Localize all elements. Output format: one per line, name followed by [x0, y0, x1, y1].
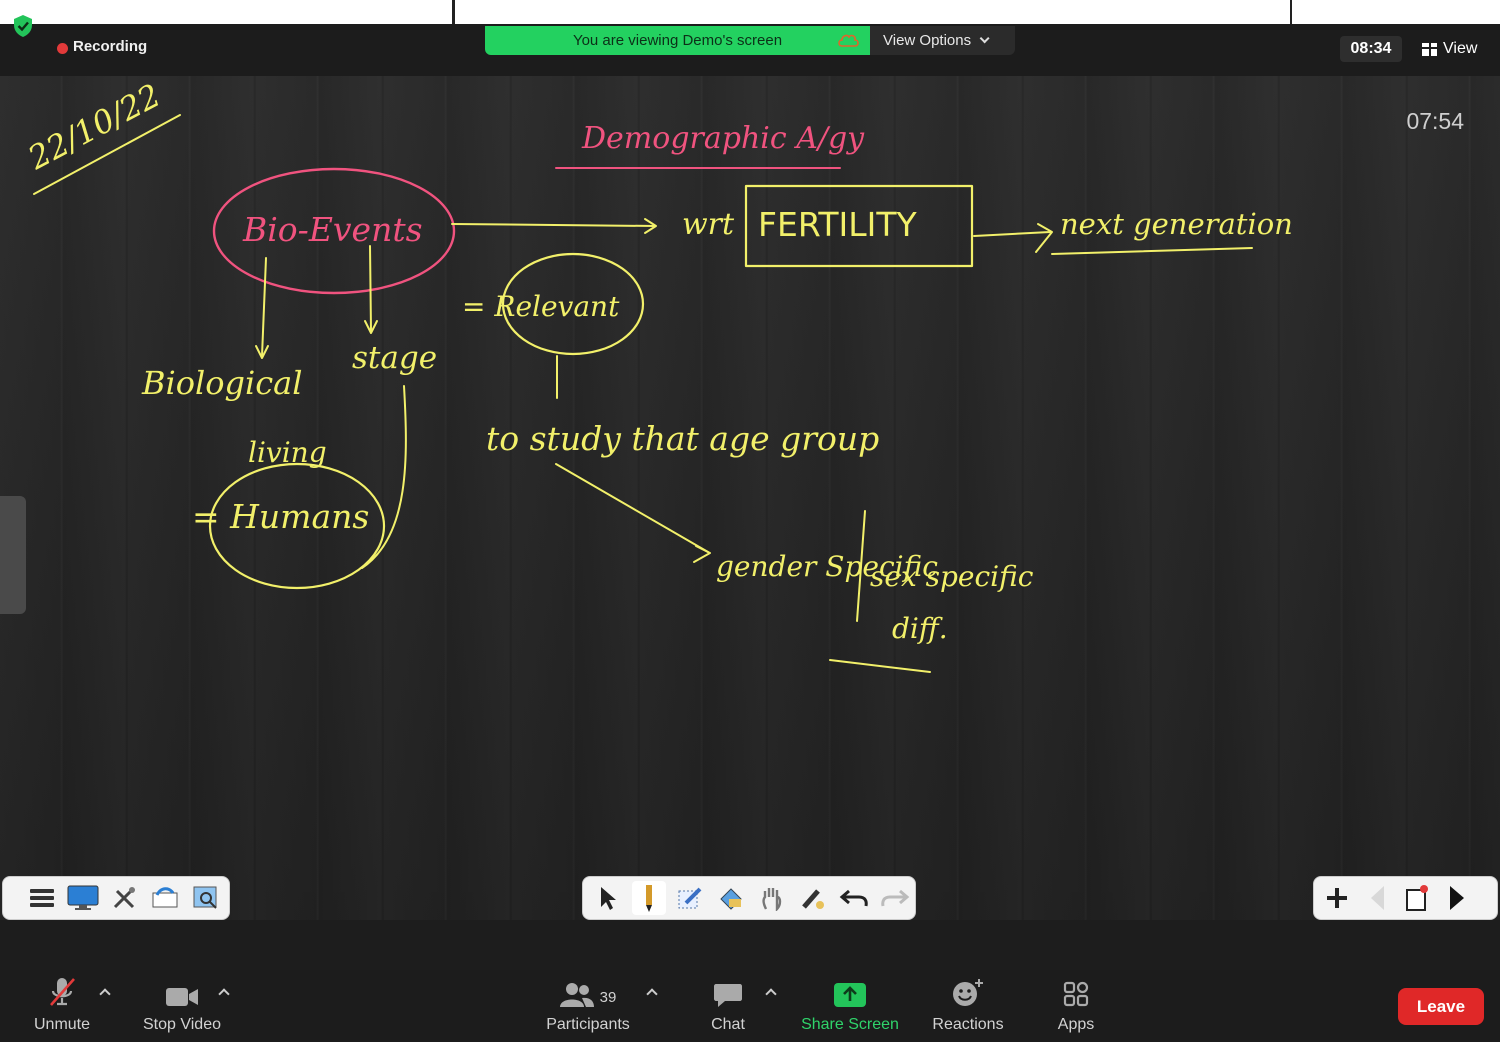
apps-icon	[1063, 981, 1089, 1007]
meeting-controls-bar: Unmute Stop Video 39 Participants Chat S…	[0, 970, 1500, 1042]
ink-wrt: wrt	[682, 207, 735, 242]
chat-options-caret-icon[interactable]	[765, 988, 777, 1000]
pointer-icon[interactable]	[591, 881, 625, 915]
whiteboard-page-toolbar	[1313, 876, 1498, 920]
cloud-icon	[838, 34, 859, 47]
view-label: View	[1443, 40, 1478, 57]
whiteboard-left-toolbar	[2, 876, 230, 920]
reactions-label: Reactions	[932, 1016, 1004, 1033]
reactions-smiley-icon	[953, 979, 983, 1006]
ink-stage: stage	[352, 340, 437, 376]
share-screen-button[interactable]: Share Screen	[796, 970, 904, 1042]
recording-dot-icon	[57, 43, 68, 54]
view-options-menu[interactable]: View Options	[870, 26, 1015, 55]
participants-options-caret-icon[interactable]	[646, 988, 658, 1000]
ink-relevant: = Relevant	[462, 290, 620, 323]
meeting-clock: 08:34	[1340, 36, 1402, 62]
participants-count: 39	[599, 989, 617, 1006]
redo-icon[interactable]	[878, 881, 912, 915]
image-search-icon[interactable]	[189, 881, 223, 915]
screen-icon[interactable]	[66, 881, 100, 915]
ink-study-group: to study that age group	[486, 419, 879, 458]
undo-icon[interactable]	[837, 881, 871, 915]
tools-icon[interactable]	[107, 881, 141, 915]
view-options-label: View Options	[883, 32, 972, 49]
participants-label: Participants	[546, 1016, 630, 1033]
chevron-down-icon	[979, 33, 990, 44]
strip-divider	[452, 0, 455, 24]
whiteboard-drawing-toolbar	[582, 876, 916, 920]
leave-button[interactable]: Leave	[1398, 988, 1484, 1025]
ink-humans: = Humans	[192, 497, 369, 536]
reactions-button[interactable]: Reactions	[926, 970, 1010, 1042]
stop-video-label: Stop Video	[143, 1016, 221, 1033]
ink-biological: Biological	[141, 364, 302, 402]
view-button[interactable]: View	[1414, 36, 1490, 62]
share-bottom-band	[0, 920, 1500, 970]
eraser-icon[interactable]	[714, 881, 748, 915]
participants-button[interactable]: 39 Participants	[540, 970, 636, 1042]
ink-bio-events: Bio-Events	[242, 210, 423, 249]
recording-label[interactable]: Recording	[73, 38, 147, 55]
ink-diff: diff.	[892, 612, 948, 645]
whiteboard-ink: 22/10/22 Demographic A/gy Bio-Events wrt…	[21, 76, 1293, 673]
strip-segment	[1290, 0, 1500, 24]
apps-label: Apps	[1057, 1016, 1095, 1033]
top-strip	[0, 0, 1500, 24]
edit-icon[interactable]	[673, 881, 707, 915]
shared-screen: 22/10/22 Demographic A/gy Bio-Events wrt…	[0, 76, 1500, 920]
hand-icon[interactable]	[755, 881, 789, 915]
slide-timer: 07:54	[1406, 108, 1464, 134]
highlighter-icon[interactable]	[796, 881, 830, 915]
chat-label: Chat	[711, 1016, 745, 1033]
unmute-label: Unmute	[33, 1016, 91, 1033]
share-board-icon[interactable]	[148, 881, 182, 915]
chat-bubble-icon	[714, 984, 742, 1007]
security-shield-icon[interactable]	[12, 14, 34, 38]
ink-next-generation: next generation	[1060, 207, 1293, 241]
muted-microphone-icon	[50, 978, 75, 1006]
page-counter-icon[interactable]	[1400, 881, 1434, 915]
next-page-icon[interactable]	[1440, 881, 1474, 915]
pencil-icon[interactable]	[632, 881, 666, 915]
menu-icon[interactable]	[25, 881, 59, 915]
zoom-window: Recording You are viewing Demo's screen …	[0, 0, 1500, 1042]
apps-button[interactable]: Apps	[1050, 970, 1102, 1042]
gallery-view-icon	[1422, 42, 1437, 56]
prev-page-icon[interactable]	[1360, 881, 1394, 915]
chat-button[interactable]: Chat	[702, 970, 754, 1042]
audio-options-caret-icon[interactable]	[99, 988, 111, 1000]
ink-sex-specific: sex specific	[870, 560, 1034, 593]
add-page-icon[interactable]	[1320, 881, 1354, 915]
viewing-banner: You are viewing Demo's screen	[485, 26, 870, 55]
participants-icon	[559, 983, 594, 1007]
side-drag-handle[interactable]	[0, 496, 26, 614]
ink-fertility: FERTILITY	[758, 205, 918, 244]
stop-video-button[interactable]: Stop Video	[136, 970, 228, 1042]
share-screen-label: Share Screen	[801, 1016, 899, 1033]
share-screen-icon	[834, 983, 866, 1007]
unmute-button[interactable]: Unmute	[28, 970, 96, 1042]
ink-title: Demographic A/gy	[581, 121, 865, 156]
video-camera-icon	[166, 988, 198, 1006]
